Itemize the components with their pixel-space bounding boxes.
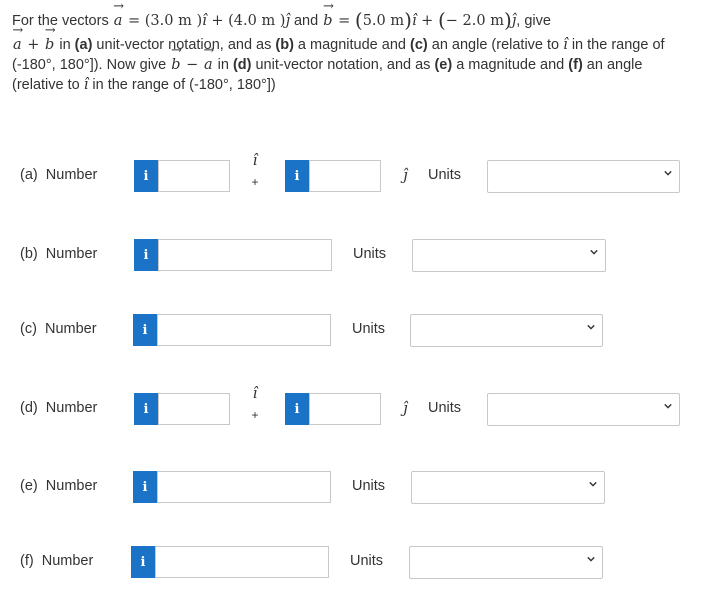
info-button[interactable]: i xyxy=(134,393,158,425)
part-a-j-input[interactable] xyxy=(309,160,381,192)
question-fragment: unit-vector notation, and as xyxy=(251,57,435,73)
question-fragment: , give xyxy=(516,13,551,29)
close-paren: ) xyxy=(503,8,512,32)
units-label: Units xyxy=(350,553,384,569)
vector-a-symbol: a xyxy=(12,35,23,55)
chevron-down-icon xyxy=(664,403,672,409)
part-c-label: (c) Number xyxy=(20,321,97,337)
units-label: Units xyxy=(428,167,462,183)
part-a-units-select[interactable] xyxy=(487,160,680,193)
question-line-1: For the vectors a = (3.0 m )î + (4.0 m )… xyxy=(12,10,698,31)
plus-label: + xyxy=(251,175,259,189)
vector-a-symbol: a xyxy=(113,11,124,31)
units-label: Units xyxy=(352,321,386,337)
vector-b-j-component: − 2.0 m xyxy=(445,13,504,29)
part-b-input[interactable] xyxy=(158,239,332,271)
part-d-label: (d) Number xyxy=(20,400,98,416)
chevron-down-icon xyxy=(587,556,595,562)
plus-sign: + xyxy=(22,37,45,53)
part-d-j-input[interactable] xyxy=(309,393,381,425)
question-fragment: unit-vector notation, and as xyxy=(92,37,276,53)
info-button[interactable]: i xyxy=(133,314,157,346)
part-f-label: (f) Number xyxy=(20,553,94,569)
open-paren: ( xyxy=(437,8,446,32)
part-d-units-select[interactable] xyxy=(487,393,680,426)
part-b-label: (b) Number xyxy=(20,246,98,262)
question-fragment: in xyxy=(213,57,233,73)
part-c-input[interactable] xyxy=(157,314,331,346)
part-a-ref: (a) xyxy=(74,37,93,53)
j-hat-label: ĵ xyxy=(403,399,408,417)
part-b-row: (b) Number i Units xyxy=(0,238,703,272)
part-f-input[interactable] xyxy=(155,546,329,578)
vector-b-symbol: b xyxy=(44,35,55,55)
info-button[interactable]: i xyxy=(285,393,309,425)
i-hat-label: î xyxy=(252,384,258,402)
chevron-down-icon xyxy=(587,324,595,330)
open-paren: ( xyxy=(354,8,363,32)
part-d-i-input[interactable] xyxy=(158,393,230,425)
vector-b-symbol: b xyxy=(322,11,333,31)
part-c-units-select[interactable] xyxy=(410,314,603,347)
units-label: Units xyxy=(353,246,387,262)
equals-sign: = xyxy=(123,13,145,29)
plus-label: + xyxy=(251,408,259,422)
info-button[interactable]: i xyxy=(133,471,157,503)
part-c-ref: (c) xyxy=(410,37,428,53)
part-b-ref: (b) xyxy=(275,37,294,53)
part-c-row: (c) Number i Units xyxy=(0,313,703,347)
vector-b-i-component: 5.0 m xyxy=(362,13,405,29)
close-paren: ) xyxy=(404,8,412,32)
vector-a-symbol: a xyxy=(203,55,214,75)
vector-a-i-component: (3.0 m ) xyxy=(144,13,203,29)
chevron-down-icon xyxy=(589,481,597,487)
question-fragment: an angle (relative to xyxy=(427,37,564,53)
equals-sign: = xyxy=(333,13,355,29)
part-e-label: (e) Number xyxy=(20,478,98,494)
chevron-down-icon xyxy=(664,170,672,176)
part-d-row: (d) Number i î + i ĵ Units xyxy=(0,384,703,426)
question-fragment: and xyxy=(289,13,323,29)
vector-b-symbol: b xyxy=(170,55,181,75)
question-text: For the vectors a = (3.0 m )î + (4.0 m )… xyxy=(12,8,698,95)
part-a-label: (a) Number xyxy=(20,167,98,183)
plus-sign: + xyxy=(416,13,438,29)
part-d-ref: (d) xyxy=(232,57,252,73)
question-fragment: a magnitude and xyxy=(293,37,410,53)
vector-a-j-component: (4.0 m ) xyxy=(228,13,286,29)
question-fragment: in xyxy=(55,37,75,53)
part-e-units-select[interactable] xyxy=(411,471,605,504)
part-e-input[interactable] xyxy=(157,471,331,503)
info-button[interactable]: i xyxy=(134,160,158,192)
i-hat-label: î xyxy=(252,151,258,169)
question-fragment: in the range of (-180°, 180°]) xyxy=(88,77,276,93)
question-line-2: a + b in (a) unit-vector notation, and a… xyxy=(12,35,698,95)
info-button[interactable]: i xyxy=(131,546,155,578)
units-label: Units xyxy=(352,478,386,494)
plus-sign: + xyxy=(206,13,229,29)
question-fragment: For the vectors xyxy=(12,13,113,29)
j-hat-label: ĵ xyxy=(403,166,408,184)
info-button[interactable]: i xyxy=(285,160,309,192)
units-label: Units xyxy=(428,400,462,416)
part-b-units-select[interactable] xyxy=(412,239,606,272)
info-button[interactable]: i xyxy=(134,239,158,271)
part-f-row: (f) Number i Units xyxy=(0,545,703,579)
part-e-row: (e) Number i Units xyxy=(0,470,703,504)
part-a-i-input[interactable] xyxy=(158,160,230,192)
minus-sign: − xyxy=(181,57,203,73)
part-f-units-select[interactable] xyxy=(409,546,603,579)
part-a-row: (a) Number i î + i ĵ Units xyxy=(0,151,703,193)
chevron-down-icon xyxy=(590,249,598,255)
question-fragment: a magnitude and xyxy=(452,57,569,73)
part-f-ref: (f) xyxy=(568,57,583,73)
part-e-ref: (e) xyxy=(434,57,453,73)
